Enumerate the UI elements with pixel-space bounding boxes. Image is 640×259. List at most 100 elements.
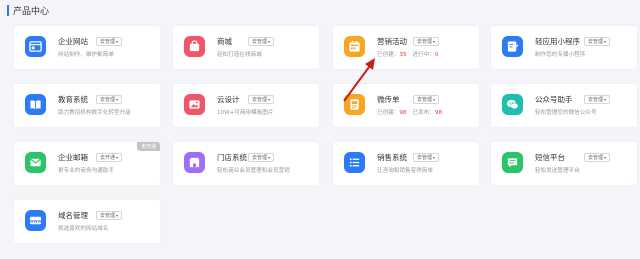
sms-icon (502, 152, 523, 173)
product-description: 助力教培机构数字化转型升级 (58, 110, 131, 116)
product-card[interactable]: 短信平台 去管理▾ 轻松发送管理平台 (491, 142, 637, 185)
stat-label: 已创建： (377, 52, 400, 58)
button-label: 去管理 (100, 97, 116, 103)
manage-button[interactable]: 去管理▾ (248, 37, 275, 46)
product-name: 域名管理 (58, 211, 88, 220)
manage-button[interactable]: 去管理▾ (248, 153, 275, 162)
product-card[interactable]: 轻应用小程序 去管理▾ 制作您的专属小程序 (491, 26, 637, 69)
product-description: 让咨询和销售变得简单 (377, 168, 433, 174)
manage-button[interactable]: 去管理▾ (413, 153, 440, 162)
manage-button[interactable]: 去管理▾ (584, 153, 611, 162)
product-card[interactable]: 门店系统 去管理▾ 轻松商业会员管理和会员营销 (173, 142, 319, 185)
product-name: 微传单 (377, 95, 400, 104)
manage-button[interactable]: 去管理▾ (413, 95, 440, 104)
button-label: 去管理 (588, 39, 604, 45)
chevron-down-icon: ▾ (116, 39, 119, 44)
product-description: 轻松商业会员管理和会员营销 (217, 168, 290, 174)
chevron-down-icon: ▾ (268, 97, 271, 102)
product-card[interactable]: WWW 域名管理 去管理▾ 挑选喜欢的网站域名 (14, 200, 160, 243)
stat-label: 进行中： (412, 52, 435, 58)
product-card[interactable]: 企业网站 去管理▾ 网站制作，维护都简单 (14, 26, 160, 69)
product-description: 网站制作，维护都简单 (58, 52, 114, 58)
product-name: 商城 (217, 37, 232, 46)
mail-icon (25, 152, 46, 173)
stat-value: 98 (434, 110, 443, 116)
section-accent-bar (7, 4, 9, 16)
stat-label: 已创建： (377, 110, 400, 116)
manage-button[interactable]: 去管理▾ (584, 95, 611, 104)
product-description: 轻松管理您的微信公众号 (535, 110, 597, 116)
manage-button[interactable]: 去管理▾ (248, 95, 275, 104)
chevron-down-icon: ▾ (604, 97, 607, 102)
product-description: 制作您的专属小程序 (535, 52, 586, 58)
product-card[interactable]: 微传单 去管理▾ 已创建：98 已发布：98 (333, 84, 479, 127)
flyer-icon (344, 94, 365, 115)
chevron-down-icon: ▾ (433, 97, 436, 102)
chevron-down-icon: ▾ (268, 39, 271, 44)
wechat-icon (502, 94, 523, 115)
manage-button[interactable]: 去管理▾ (96, 211, 123, 220)
product-name: 轻应用小程序 (535, 37, 580, 46)
product-name: 门店系统 (217, 153, 247, 162)
stat-value: 0 (434, 52, 439, 58)
product-card[interactable]: 营销活动 去管理▾ 已创建：35 进行中：0 (333, 26, 479, 69)
product-description: 10W+可商用模板图片 (217, 110, 274, 116)
product-name: 企业邮箱 (58, 153, 88, 162)
shop-icon (184, 36, 205, 57)
button-label: 去管理 (252, 155, 268, 161)
product-name: 企业网站 (58, 37, 88, 46)
section-title: 产品中心 (13, 6, 50, 17)
product-description: 轻松打造在线商城 (217, 52, 262, 58)
chevron-down-icon: ▾ (604, 155, 607, 160)
button-label: 去管理 (252, 39, 268, 45)
button-label: 去管理 (100, 213, 116, 219)
image-icon (184, 94, 205, 115)
chevron-down-icon: ▾ (116, 97, 119, 102)
product-card[interactable]: 商城 去管理▾ 轻松打造在线商城 (173, 26, 319, 69)
product-card[interactable]: 企业邮箱 去开通▾ 更专业的商务沟通助手 未开通 (14, 142, 160, 185)
manage-button[interactable]: 去管理▾ (96, 37, 123, 46)
button-label: 去管理 (588, 97, 604, 103)
button-label: 去管理 (417, 155, 433, 161)
status-badge: 未开通 (136, 142, 160, 151)
product-card[interactable]: 公众号助手 去管理▾ 轻松管理您的微信公众号 (491, 84, 637, 127)
product-card[interactable]: 销售系统 去管理▾ 让咨询和销售变得简单 (333, 142, 479, 185)
website-icon (25, 36, 46, 57)
stat-value: 35 (399, 52, 407, 58)
product-name: 销售系统 (377, 153, 407, 162)
chevron-down-icon: ▾ (116, 213, 119, 218)
button-label: 去管理 (100, 39, 116, 45)
manage-button[interactable]: 去管理▾ (413, 37, 440, 46)
chevron-down-icon: ▾ (268, 155, 271, 160)
product-name: 云设计 (217, 95, 240, 104)
product-name: 短信平台 (535, 153, 565, 162)
button-label: 去开通 (100, 155, 116, 161)
product-name: 公众号助手 (535, 95, 573, 104)
button-label: 去管理 (252, 97, 268, 103)
stat-label: 已发布： (412, 110, 435, 116)
product-card[interactable]: 云设计 去管理▾ 10W+可商用模板图片 (173, 84, 319, 127)
product-description: 挑选喜欢的网站域名 (58, 226, 109, 232)
button-label: 去管理 (417, 97, 433, 103)
chevron-down-icon: ▾ (604, 39, 607, 44)
miniapp-icon (502, 36, 523, 57)
product-name: 营销活动 (377, 37, 407, 46)
button-label: 去管理 (588, 155, 604, 161)
book-icon (25, 94, 46, 115)
product-description: 已创建：35 进行中：0 (377, 50, 438, 58)
calendar-icon (344, 36, 365, 57)
product-card[interactable]: 教育系统 去管理▾ 助力教培机构数字化转型升级 (14, 84, 160, 127)
product-description: 轻松发送管理平台 (535, 168, 580, 174)
chevron-down-icon: ▾ (433, 39, 436, 44)
activate-button[interactable]: 去开通▾ (96, 153, 123, 162)
product-description: 已创建：98 已发布：98 (377, 108, 442, 116)
manage-button[interactable]: 去管理▾ (584, 37, 611, 46)
section-header: 产品中心 (7, 3, 49, 17)
stat-value: 98 (399, 110, 407, 116)
list-icon (344, 152, 365, 173)
store-icon (184, 152, 205, 173)
chevron-down-icon: ▾ (116, 155, 119, 160)
manage-button[interactable]: 去管理▾ (96, 95, 123, 104)
svg-text:WWW: WWW (29, 218, 42, 223)
product-name: 教育系统 (58, 95, 88, 104)
